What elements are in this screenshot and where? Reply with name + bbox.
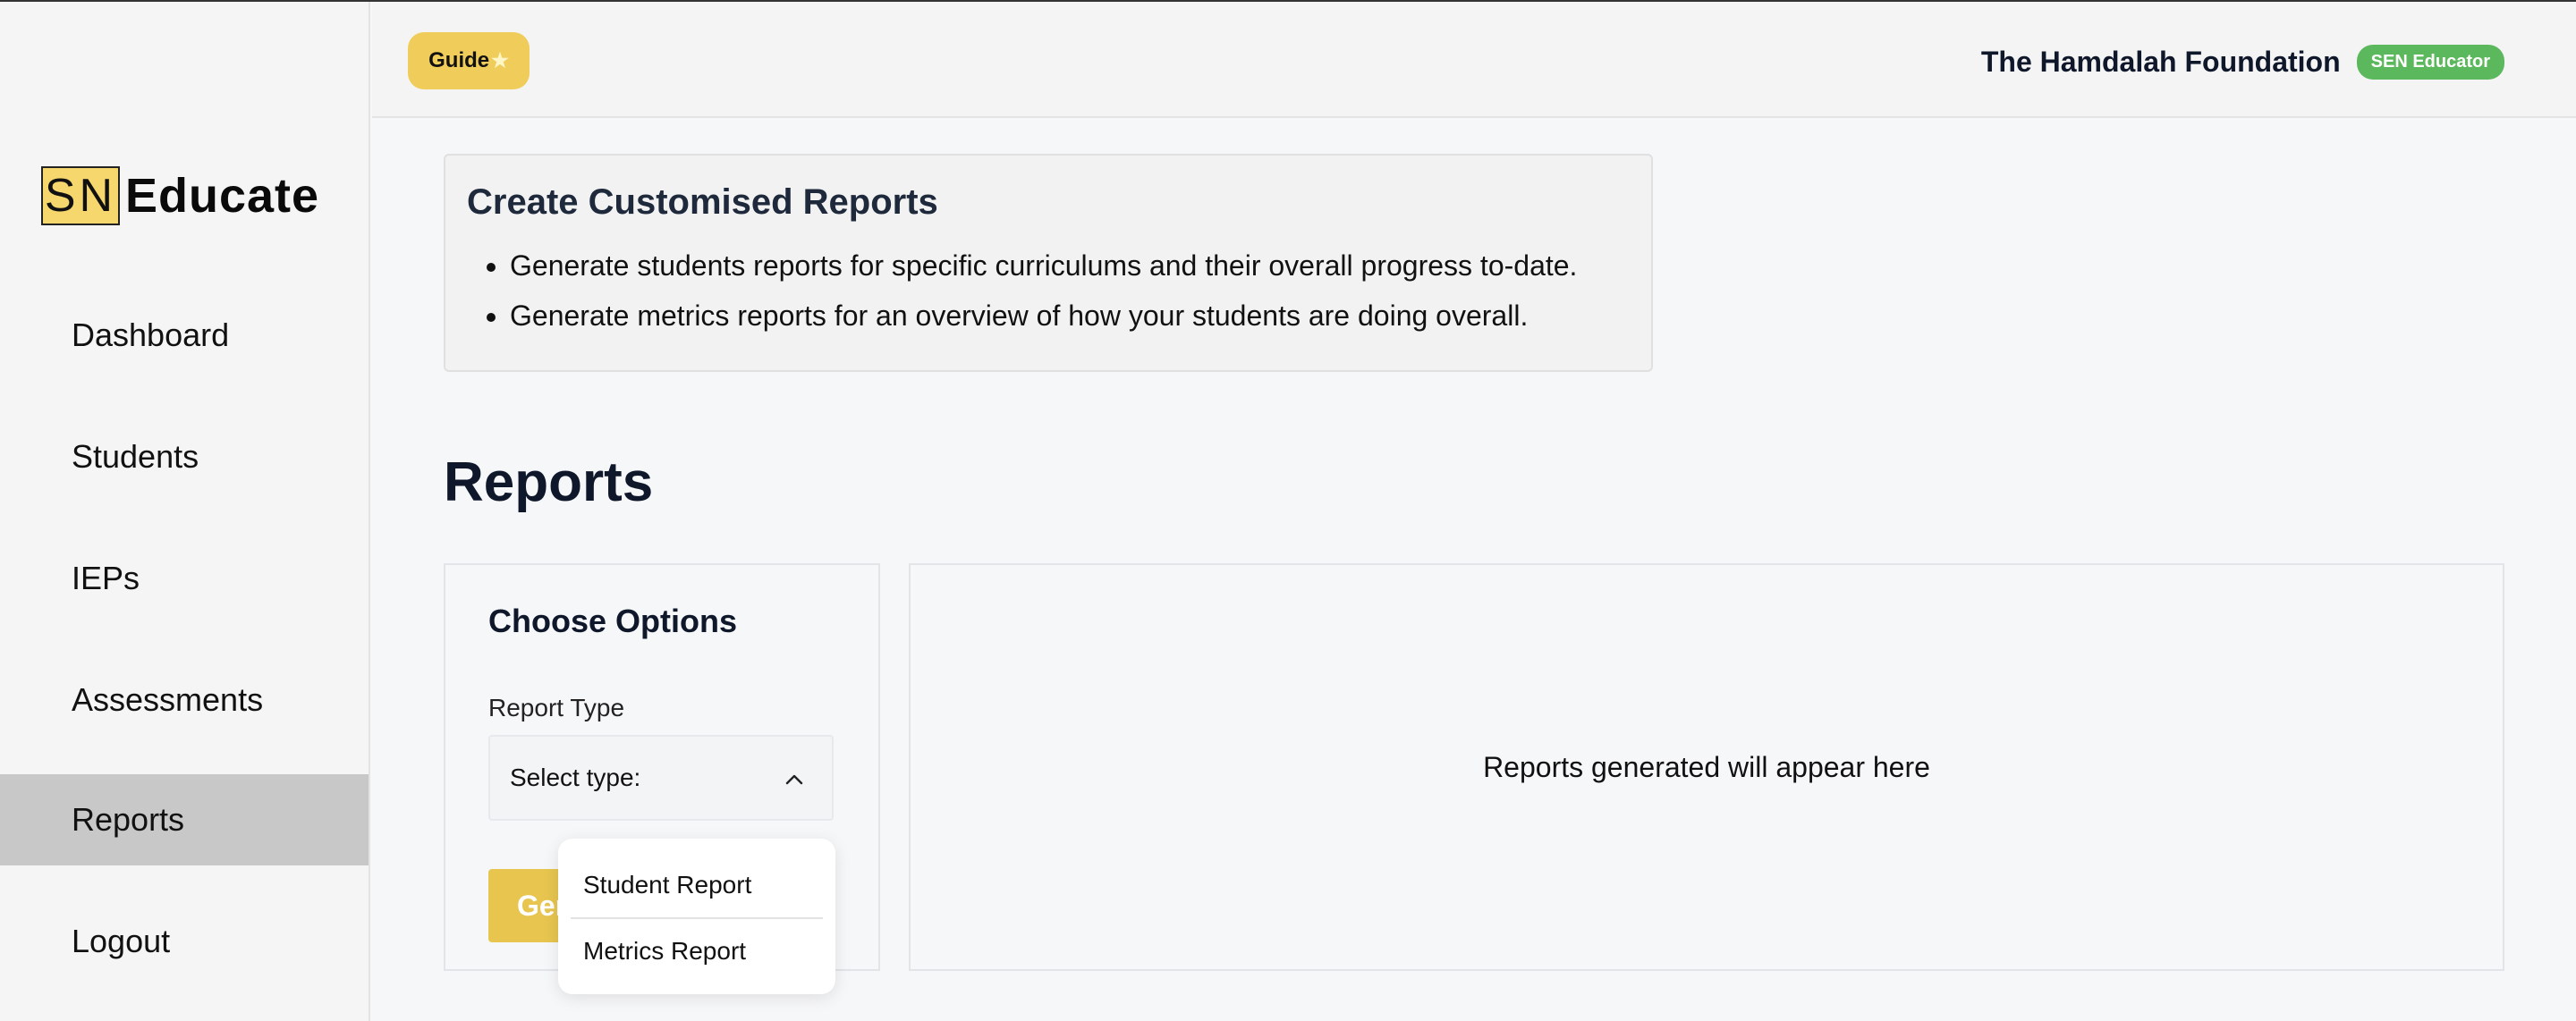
star-icon: ★	[491, 49, 509, 72]
report-type-select[interactable]: Select type:	[488, 735, 834, 821]
info-bullet: Generate metrics reports for an overview…	[510, 299, 1577, 333]
select-placeholder: Select type:	[510, 764, 641, 791]
report-type-label: Report Type	[488, 694, 625, 721]
sidebar-item-ieps[interactable]: IEPs	[0, 533, 369, 624]
sidebar-item-dashboard[interactable]: Dashboard	[0, 290, 369, 381]
sidebar-item-logout[interactable]: Logout	[0, 896, 369, 987]
organization-name: The Hamdalah Foundation	[1980, 46, 2341, 78]
chevron-up-icon	[785, 774, 803, 785]
sidebar: SN Educate Dashboard Students IEPs Asses…	[0, 2, 370, 1021]
report-type-dropdown: Student Report Metrics Report	[558, 839, 835, 994]
empty-state-message: Reports generated will appear here	[1483, 750, 1930, 783]
logo-wordmark: Educate	[125, 169, 320, 223]
guide-label: Guide	[428, 48, 490, 72]
dropdown-option-metrics-report[interactable]: Metrics Report	[583, 937, 746, 966]
organization-info: The Hamdalah Foundation SEN Educator	[1981, 45, 2504, 80]
sidebar-item-assessments[interactable]: Assessments	[0, 654, 369, 746]
page-title: Reports	[444, 451, 654, 513]
guide-button[interactable]: Guide ★	[408, 32, 530, 89]
dropdown-option-student-report[interactable]: Student Report	[583, 871, 751, 899]
logo-mark: SN	[41, 166, 120, 225]
sidebar-item-reports[interactable]: Reports	[0, 774, 369, 865]
options-title: Choose Options	[488, 603, 737, 639]
info-title: Create Customised Reports	[467, 182, 938, 222]
info-bullet-list: Generate students reports for specific c…	[510, 249, 1577, 349]
reports-output-panel: Reports generated will appear here	[909, 563, 2504, 971]
top-header: Guide ★ The Hamdalah Foundation SEN Educ…	[372, 2, 2576, 118]
info-bullet: Generate students reports for specific c…	[510, 249, 1577, 283]
dropdown-divider	[571, 917, 823, 919]
role-badge: SEN Educator	[2356, 45, 2504, 80]
sidebar-item-students[interactable]: Students	[0, 411, 369, 502]
app-logo[interactable]: SN Educate	[41, 166, 319, 225]
info-card: Create Customised Reports Generate stude…	[444, 154, 1653, 372]
